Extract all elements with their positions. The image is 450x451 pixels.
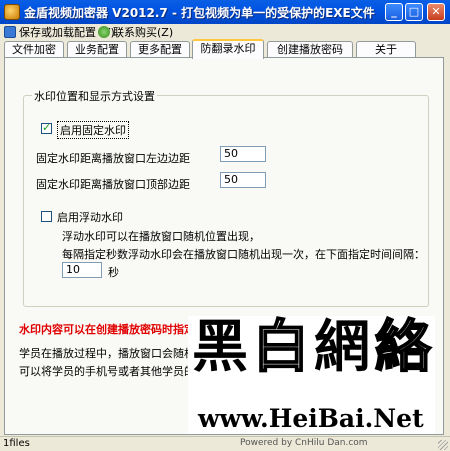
float-desc-1: 浮动水印可以在播放窗口随机位置出现， — [62, 230, 260, 243]
maximize-button[interactable]: □ — [405, 3, 423, 21]
watermark-char: 黑 — [192, 314, 248, 380]
watermark-char: 白 — [252, 314, 310, 380]
watermark-char: 絡 — [374, 314, 432, 380]
app-icon — [4, 4, 20, 20]
watermark-url: www.HeiBai.Net — [198, 404, 424, 433]
float-desc-2: 每隔指定秒数浮动水印会在播放窗口随机出现一次，在下面指定时间间隔： — [62, 248, 425, 261]
interval-unit-label: 秒 — [108, 266, 119, 279]
float-watermark-label[interactable]: 启用浮动水印 — [57, 209, 123, 225]
fixed-watermark-checkbox[interactable] — [41, 121, 52, 134]
close-button[interactable]: ✕ — [427, 3, 445, 21]
tab-anti-record-watermark[interactable]: 防翻录水印 — [192, 39, 264, 59]
tab-about[interactable]: 关于 — [356, 41, 416, 58]
status-file-count: 1files — [3, 438, 30, 449]
float-watermark-checkbox[interactable] — [41, 211, 52, 222]
watermark-settings-group: 水印位置和显示方式设置 启用固定水印 固定水印距离播放窗口左边边距 50 固定水… — [23, 88, 429, 307]
left-margin-input[interactable]: 50 — [220, 146, 266, 162]
resize-grip[interactable] — [438, 440, 448, 450]
menu-contact-label: 联系购买(Z) — [113, 26, 174, 39]
window-title: 金盾视频加密器 V2012.7 - 打包视频为单一的受保护的EXE文件 — [24, 6, 375, 20]
tab-more-config[interactable]: 更多配置 — [130, 41, 190, 58]
top-margin-label: 固定水印距离播放窗口顶部边距 — [36, 178, 190, 191]
group-title: 水印位置和显示方式设置 — [32, 88, 157, 104]
tab-create-password[interactable]: 创建播放密码 — [267, 41, 353, 58]
top-margin-input[interactable]: 50 — [220, 172, 266, 188]
watermark-char: 網 — [314, 314, 370, 380]
title-bar[interactable]: 金盾视频加密器 V2012.7 - 打包视频为单一的受保护的EXE文件 _ □ … — [0, 0, 450, 24]
status-credit: Powered by CnHilu Dan.com — [240, 438, 368, 448]
menu-contact-purchase[interactable]: 联系购买(Z) — [98, 25, 173, 41]
tab-business-config[interactable]: 业务配置 — [67, 41, 127, 58]
contact-icon — [98, 26, 110, 38]
minimize-button[interactable]: _ — [385, 3, 403, 21]
save-icon — [4, 26, 16, 38]
watermark-content-note: 水印内容可以在创建播放密码时指定， — [19, 323, 206, 336]
status-bar: 1files Powered by CnHilu Dan.com — [0, 436, 450, 451]
tab-file-encrypt[interactable]: 文件加密 — [4, 41, 64, 58]
fixed-watermark-label[interactable]: 启用固定水印 — [57, 121, 129, 139]
interval-seconds-input[interactable]: 10 — [62, 262, 102, 278]
left-margin-label: 固定水印距离播放窗口左边边距 — [36, 152, 190, 165]
